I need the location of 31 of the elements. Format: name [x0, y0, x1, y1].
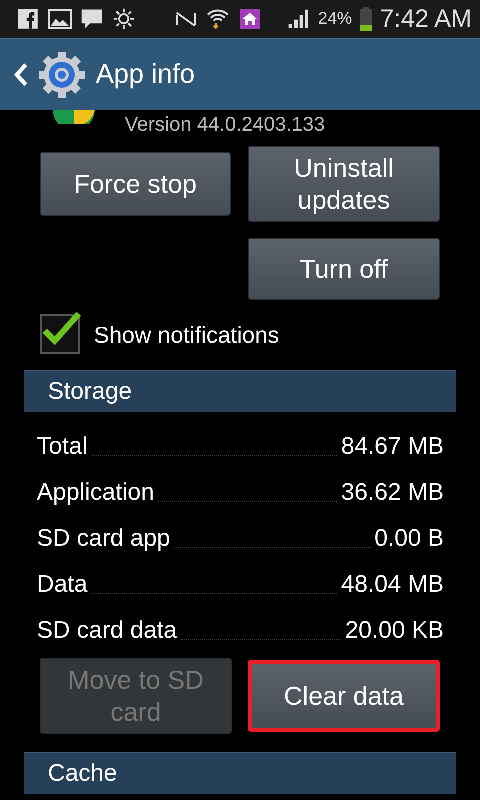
storage-value: 20.00 KB — [345, 617, 444, 645]
action-button[interactable]: Turn off — [248, 238, 440, 300]
image-icon — [48, 8, 72, 30]
storage-value: 36.62 MB — [341, 479, 444, 507]
facebook-icon — [16, 8, 40, 30]
action-button[interactable]: Force stop — [40, 152, 231, 216]
checkbox-label: Show notifications — [94, 322, 280, 348]
chat-bubble-icon — [80, 8, 104, 30]
version-text: Version 44.0.2403.133 — [125, 113, 326, 138]
back-icon[interactable] — [14, 62, 28, 86]
storage-value: 48.04 MB — [341, 571, 444, 599]
wifi-icon — [206, 8, 230, 30]
storage-label: Application — [37, 479, 154, 507]
storage-value: 84.67 MB — [341, 433, 444, 461]
storage-label: Total — [37, 433, 88, 461]
section-header: Cache — [24, 752, 456, 794]
clock: 7:42 AM — [380, 4, 472, 34]
screen-title: App info — [96, 59, 196, 90]
home-icon — [238, 8, 262, 30]
storage-label: SD card data — [37, 617, 178, 645]
battery-percent: 24% — [318, 9, 352, 29]
battery-icon — [360, 7, 372, 31]
checkbox[interactable] — [40, 310, 82, 354]
section-header: Storage — [24, 370, 456, 412]
storage-value: 0.00 B — [374, 525, 444, 553]
storage-label: SD card app — [37, 525, 170, 553]
storage-label: Data — [37, 571, 88, 599]
action-button[interactable]: Uninstall updates — [248, 146, 440, 222]
action-button[interactable]: Clear data — [248, 660, 440, 732]
gear-icon — [38, 50, 86, 98]
signal-icon — [286, 8, 310, 30]
